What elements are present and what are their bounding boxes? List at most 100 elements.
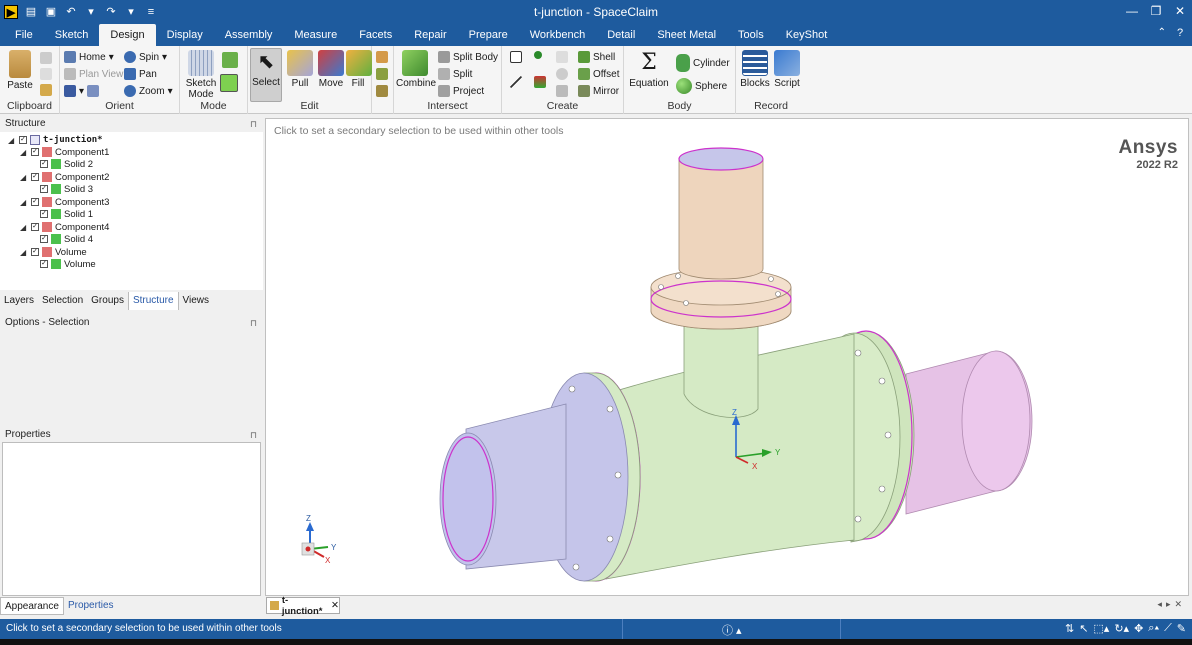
plane-icon[interactable] [510,51,522,63]
pan-status-icon[interactable]: ✥ [1134,622,1143,635]
tab-views[interactable]: Views [179,292,214,310]
top-pipe[interactable] [678,147,764,280]
vertical-stem[interactable] [683,318,759,418]
visibility-checkbox[interactable]: ✓ [31,223,39,231]
collapse-icon[interactable]: ◢ [20,148,28,157]
tree-item-solid4[interactable]: ✓ Solid 4 [40,233,93,245]
visibility-checkbox[interactable]: ✓ [40,160,48,168]
cursor-icon[interactable]: ↖ [1079,622,1088,635]
tab-selection[interactable]: Selection [38,292,87,310]
tree-item-solid3[interactable]: ✓ Solid 3 [40,183,93,195]
undo-icon[interactable]: ↶ [64,5,78,19]
fill-pattern-icon[interactable] [556,85,568,97]
combine-button[interactable]: Combine [396,50,436,89]
plan-view-button[interactable]: Plan View [64,68,123,80]
pull-button[interactable]: Pull [286,50,314,89]
tab-sheet-metal[interactable]: Sheet Metal [646,24,727,46]
collapse-ribbon-icon[interactable]: ⌃ [1158,27,1166,38]
format-painter-icon[interactable] [40,84,52,96]
zoom-status-icon[interactable]: ⌕▴ [1148,622,1159,635]
visibility-checkbox[interactable]: ✓ [31,148,39,156]
undo-dropdown-icon[interactable]: ▾ [84,5,98,19]
select-mode-icon[interactable]: ⇅ [1065,622,1074,635]
visibility-checkbox[interactable]: ✓ [31,198,39,206]
sketch-mode-button[interactable]: Sketch Mode [184,50,218,100]
visibility-checkbox[interactable]: ✓ [40,185,48,193]
sketch-icon[interactable]: ✎ [1177,622,1186,635]
axis-icon[interactable] [510,76,522,88]
zoom-button[interactable]: Zoom ▾ [124,85,173,97]
copy-icon[interactable] [40,68,52,80]
point-icon[interactable] [534,51,542,59]
save-icon[interactable]: ▣ [44,5,58,19]
tree-item-component3[interactable]: ◢ ✓ Component3 [20,196,109,208]
tab-properties[interactable]: Properties [64,597,118,615]
spin-button[interactable]: Spin ▾ [124,51,167,63]
fill-button[interactable]: Fill [346,50,372,89]
blend-icon[interactable] [376,51,388,63]
tab-workbench[interactable]: Workbench [519,24,596,46]
split-body-button[interactable]: Split Body [438,51,498,63]
home-button[interactable]: Home ▾ [64,51,114,63]
mirror-button[interactable]: Mirror [578,85,619,97]
right-pipe[interactable] [905,350,1033,515]
tab-keyshot[interactable]: KeyShot [775,24,839,46]
equation-button[interactable]: Σ Equation [628,50,670,89]
doc-tab-nav-icons[interactable]: ◂▸✕ [1157,599,1186,610]
pin-icon[interactable]: ⊓ [250,315,257,331]
origin-icon[interactable] [534,76,546,88]
tree-item-volume-component[interactable]: ◢ ✓ Volume [20,246,87,258]
visibility-checkbox[interactable]: ✓ [40,260,48,268]
pin-icon[interactable]: ⊓ [250,427,257,443]
sphere-button[interactable]: Sphere [676,78,727,94]
tweak-icon[interactable] [376,68,388,80]
tab-structure[interactable]: Structure [127,292,179,310]
box-select-icon[interactable]: ⬚▴ [1093,622,1109,635]
offset-button[interactable]: Offset [578,68,620,80]
redo-icon[interactable]: ↷ [104,5,118,19]
close-button[interactable]: ✕ [1168,0,1192,24]
tree-item-component4[interactable]: ◢ ✓ Component4 [20,221,109,233]
tab-facets[interactable]: Facets [348,24,403,46]
info-icon[interactable]: ⓘ ▴ [722,622,742,638]
script-button[interactable]: Script [772,50,802,89]
close-tab-icon[interactable]: ✕ [331,600,339,611]
collapse-icon[interactable]: ◢ [8,136,16,145]
tab-design[interactable]: Design [99,24,156,46]
shell-button[interactable]: Shell [578,51,615,63]
collapse-icon[interactable]: ◢ [20,173,28,182]
project-button[interactable]: Project [438,85,484,97]
measure-icon[interactable]: ⟋ [1164,622,1172,635]
paste-button[interactable]: Paste [6,50,34,91]
pin-icon[interactable]: ⊓ [250,116,257,132]
help-icon[interactable]: ? [1172,27,1188,43]
restore-button[interactable]: ❐ [1144,0,1168,24]
customize-quick-access-icon[interactable]: ≡ [144,5,158,19]
section-mode-icon[interactable] [222,52,238,68]
tree-item-solid2[interactable]: ✓ Solid 2 [40,158,93,170]
visibility-checkbox[interactable]: ✓ [40,235,48,243]
tree-item-volume-solid[interactable]: ✓ Volume [40,258,96,270]
pan-button[interactable]: Pan [124,68,157,80]
cylinder-button[interactable]: Cylinder [676,54,730,72]
collapse-icon[interactable]: ◢ [20,198,28,207]
tab-sketch[interactable]: Sketch [44,24,100,46]
doc-tab-t-junction[interactable]: t-junction* ✕ [266,595,340,617]
tab-assembly[interactable]: Assembly [214,24,284,46]
tab-appearance[interactable]: Appearance [0,597,64,615]
3d-viewport[interactable]: Click to set a secondary selection to be… [265,118,1189,596]
orientation-triad[interactable]: Z Y X [301,514,337,565]
blocks-button[interactable]: Blocks [740,50,770,89]
visibility-checkbox[interactable]: ✓ [19,136,27,144]
tree-item-component1[interactable]: ◢ ✓ Component1 [20,146,109,158]
collapse-icon[interactable]: ◢ [20,223,28,232]
move-button[interactable]: Move [316,50,346,89]
3d-mode-icon[interactable] [220,74,238,92]
tab-tools[interactable]: Tools [727,24,775,46]
radial-pattern-icon[interactable] [556,68,568,80]
cut-icon[interactable] [40,52,52,64]
tree-item-root[interactable]: ◢ ✓ t-junction* [8,134,103,146]
t-junction-model[interactable]: Z Y X Z Y X [266,119,1190,597]
tab-detail[interactable]: Detail [596,24,646,46]
redo-dropdown-icon[interactable]: ▾ [124,5,138,19]
